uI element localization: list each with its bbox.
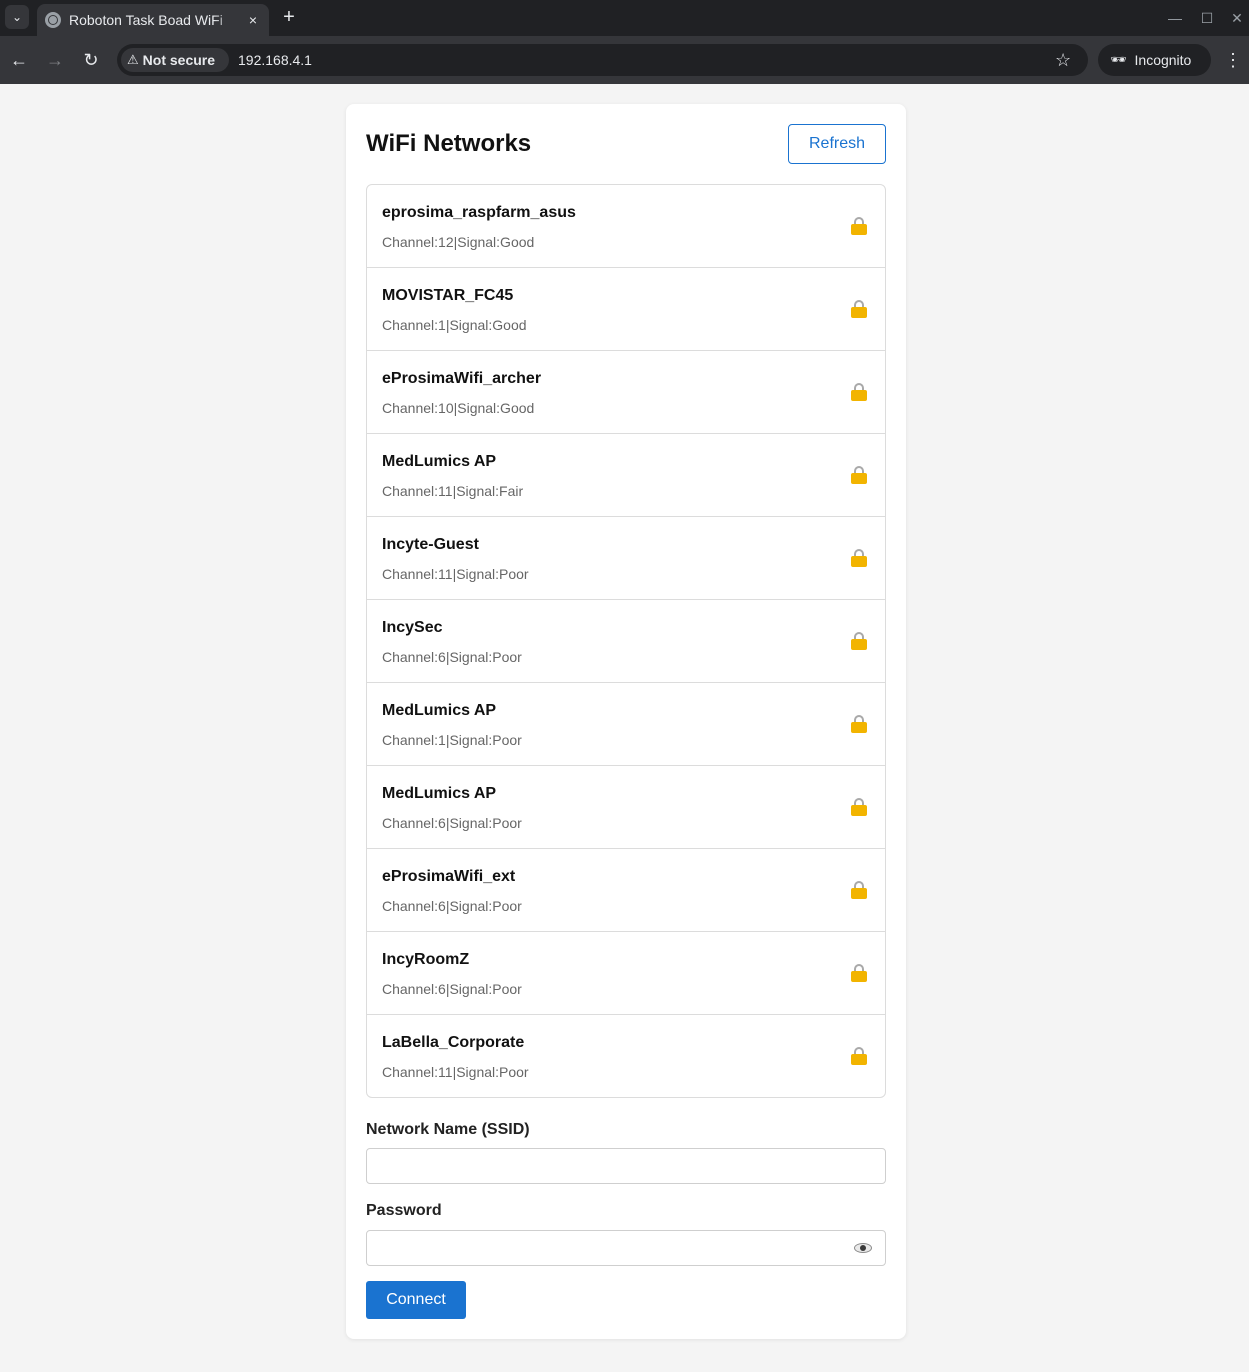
network-ssid: eprosima_raspfarm_asus xyxy=(382,204,576,221)
network-list: eprosima_raspfarm_asus Channel:12|Signal:… xyxy=(366,184,886,1098)
network-ssid: IncyRoomZ xyxy=(382,951,470,968)
show-password-eye-icon[interactable] xyxy=(854,1241,872,1255)
minimize-icon[interactable]: — xyxy=(1166,9,1184,27)
close-window-icon[interactable]: ✕ xyxy=(1228,9,1246,27)
new-tab-button[interactable]: + xyxy=(279,6,299,28)
lock-icon xyxy=(851,383,867,401)
ssid-label: Network Name (SSID) xyxy=(366,1121,530,1138)
browser-tab[interactable]: Roboton Task Boad WiFi × xyxy=(37,4,269,36)
connect-button[interactable]: Connect xyxy=(366,1281,466,1319)
network-ssid: MedLumics AP xyxy=(382,453,497,470)
wifi-card: WiFi Networks Refresh eprosima_raspfarm_… xyxy=(346,104,906,1339)
network-details: Channel:10|Signal:Good xyxy=(382,400,535,416)
lock-icon xyxy=(851,217,867,235)
network-ssid: eProsimaWifi_ext xyxy=(382,868,516,885)
network-details: Channel:1|Signal:Good xyxy=(382,317,527,333)
network-details: Channel:6|Signal:Poor xyxy=(382,981,522,997)
network-item[interactable]: eprosima_raspfarm_asus Channel:12|Signal:… xyxy=(367,185,885,268)
lock-icon xyxy=(851,1047,867,1065)
forward-icon[interactable]: → xyxy=(43,48,67,72)
refresh-button[interactable]: Refresh xyxy=(788,124,886,164)
network-ssid: MedLumics AP xyxy=(382,702,497,719)
password-label: Password xyxy=(366,1202,442,1219)
network-item[interactable]: LaBella_Corporate Channel:11|Signal:Poor xyxy=(367,1015,885,1097)
bookmark-star-icon[interactable]: ☆ xyxy=(1055,48,1071,72)
reload-icon[interactable]: ↻ xyxy=(79,48,103,72)
back-icon[interactable]: ← xyxy=(7,48,31,72)
lock-icon xyxy=(851,881,867,899)
network-details: Channel:11|Signal:Fair xyxy=(382,483,524,499)
network-details: Channel:11|Signal:Poor xyxy=(382,1064,529,1080)
network-details: Channel:6|Signal:Poor xyxy=(382,815,522,831)
network-item[interactable]: MedLumics AP Channel:11|Signal:Fair xyxy=(367,434,885,517)
network-item[interactable]: IncySec Channel:6|Signal:Poor xyxy=(367,600,885,683)
tab-title: Roboton Task Boad WiFi xyxy=(69,12,223,28)
globe-icon xyxy=(45,12,61,28)
network-item[interactable]: IncyRoomZ Channel:6|Signal:Poor xyxy=(367,932,885,1015)
network-ssid: MOVISTAR_FC45 xyxy=(382,287,514,304)
network-item[interactable]: MedLumics AP Channel:1|Signal:Poor xyxy=(367,683,885,766)
network-details: Channel:6|Signal:Poor xyxy=(382,649,522,665)
lock-icon xyxy=(851,964,867,982)
url-text[interactable]: 192.168.4.1 xyxy=(238,52,312,68)
network-details: Channel:1|Signal:Poor xyxy=(382,732,522,748)
page-title: WiFi Networks xyxy=(366,130,532,157)
lock-icon xyxy=(851,466,867,484)
network-item[interactable]: MOVISTAR_FC45 Channel:1|Signal:Good xyxy=(367,268,885,351)
lock-icon xyxy=(851,798,867,816)
network-details: Channel:11|Signal:Poor xyxy=(382,566,529,582)
network-ssid: Incyte-Guest xyxy=(382,536,479,553)
password-input[interactable] xyxy=(366,1230,886,1266)
lock-icon xyxy=(851,715,867,733)
lock-icon xyxy=(851,549,867,567)
incognito-icon: 🕶 xyxy=(1110,52,1127,67)
network-item[interactable]: Incyte-Guest Channel:11|Signal:Poor xyxy=(367,517,885,600)
security-label: Not secure xyxy=(142,52,216,68)
network-item[interactable]: MedLumics AP Channel:6|Signal:Poor xyxy=(367,766,885,849)
network-details: Channel:12|Signal:Good xyxy=(382,234,535,250)
tab-close-icon[interactable]: × xyxy=(245,12,261,28)
network-ssid: MedLumics AP xyxy=(382,785,497,802)
network-item[interactable]: eProsimaWifi_archer Channel:10|Signal:Goo… xyxy=(367,351,885,434)
maximize-icon[interactable]: ☐ xyxy=(1198,9,1216,27)
incognito-label: Incognito xyxy=(1134,52,1192,68)
network-item[interactable]: eProsimaWifi_ext Channel:6|Signal:Poor xyxy=(367,849,885,932)
network-ssid: eProsimaWifi_archer xyxy=(382,370,542,387)
browser-title-bar: ⌄ Roboton Task Boad WiFi × + — ☐ ✕ xyxy=(0,0,1249,36)
network-details: Channel:6|Signal:Poor xyxy=(382,898,522,914)
browser-menu-icon[interactable]: ⋮ xyxy=(1224,48,1242,72)
tab-search-icon[interactable]: ⌄ xyxy=(5,5,29,29)
incognito-badge[interactable]: 🕶 Incognito xyxy=(1098,44,1211,76)
network-ssid: LaBella_Corporate xyxy=(382,1034,525,1051)
network-ssid: IncySec xyxy=(382,619,443,636)
lock-icon xyxy=(851,300,867,318)
warning-icon: ⚠ xyxy=(127,52,139,67)
ssid-input[interactable] xyxy=(366,1148,886,1184)
lock-icon xyxy=(851,632,867,650)
security-chip[interactable]: ⚠ Not secure xyxy=(121,48,229,72)
